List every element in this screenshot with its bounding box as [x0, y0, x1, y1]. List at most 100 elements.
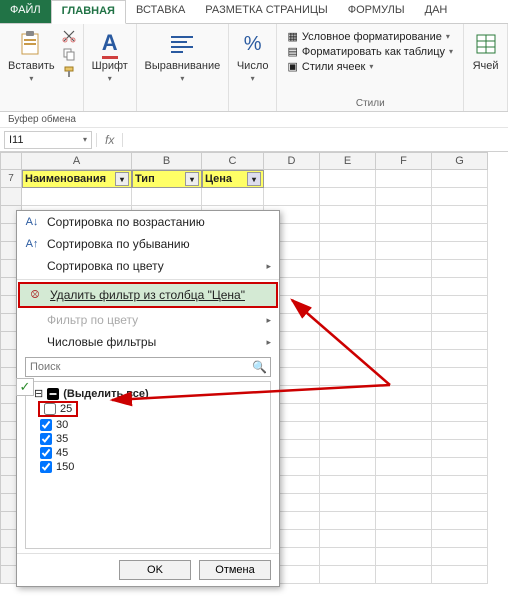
cell[interactable] [376, 476, 432, 494]
copy-button[interactable] [61, 46, 77, 62]
format-as-table-button[interactable]: ▤Форматировать как таблицу ▾ [287, 45, 453, 58]
name-box[interactable]: I11▾ [4, 131, 92, 149]
cell[interactable] [432, 386, 488, 404]
cell[interactable] [432, 296, 488, 314]
sort-asc-item[interactable]: A↓ Сортировка по возрастанию [17, 211, 279, 233]
cell[interactable] [320, 314, 376, 332]
tab-file[interactable]: ФАЙЛ [0, 0, 51, 23]
col-header-F[interactable]: F [376, 152, 432, 170]
filter-button-name[interactable]: ▾ [115, 172, 129, 186]
cell[interactable] [376, 404, 432, 422]
col-header-G[interactable]: G [432, 152, 488, 170]
cell-styles-button[interactable]: ▣Стили ячеек ▾ [287, 60, 453, 73]
filter-search-input[interactable] [25, 357, 271, 377]
cell[interactable] [376, 260, 432, 278]
cell[interactable] [320, 440, 376, 458]
cell[interactable] [320, 188, 376, 206]
tab-pagelayout[interactable]: РАЗМЕТКА СТРАНИЦЫ [195, 0, 337, 23]
cell[interactable] [376, 332, 432, 350]
align-button[interactable]: Выравнивание ▾ [142, 28, 222, 85]
cell[interactable] [320, 512, 376, 530]
cell[interactable] [376, 170, 432, 188]
cell[interactable] [432, 404, 488, 422]
fx-icon[interactable]: fx [96, 133, 123, 147]
cell[interactable] [264, 188, 320, 206]
cell[interactable] [320, 350, 376, 368]
tab-data[interactable]: ДАН [415, 0, 458, 23]
cell[interactable] [376, 512, 432, 530]
cell[interactable] [376, 206, 432, 224]
col-header-D[interactable]: D [264, 152, 320, 170]
cell[interactable] [376, 314, 432, 332]
cell[interactable] [432, 476, 488, 494]
cut-button[interactable] [61, 28, 77, 44]
filter-value-item[interactable]: 25 [38, 401, 78, 417]
format-painter-button[interactable] [61, 64, 77, 80]
cell[interactable] [202, 188, 264, 206]
cell[interactable] [320, 548, 376, 566]
cell[interactable] [432, 332, 488, 350]
cell[interactable] [376, 422, 432, 440]
header-cell-name[interactable]: Наименования ▾ [22, 170, 132, 188]
cell[interactable] [432, 494, 488, 512]
cell[interactable] [320, 368, 376, 386]
cell[interactable] [432, 530, 488, 548]
cell[interactable] [320, 422, 376, 440]
clear-filter-item[interactable]: ⮾ Удалить фильтр из столбца "Цена" [18, 282, 278, 308]
cell[interactable] [376, 350, 432, 368]
cell[interactable] [376, 566, 432, 584]
filter-value-item[interactable]: 35 [30, 432, 266, 446]
number-button[interactable]: % Число ▾ [235, 28, 271, 85]
cell[interactable] [432, 224, 488, 242]
row-header-7[interactable]: 7 [0, 170, 22, 188]
cell[interactable] [432, 440, 488, 458]
cell[interactable] [432, 548, 488, 566]
cell[interactable] [376, 440, 432, 458]
sort-desc-item[interactable]: A↑ Сортировка по убыванию [17, 233, 279, 255]
cell[interactable] [320, 458, 376, 476]
filter-value-checkbox[interactable] [40, 461, 52, 473]
cell[interactable] [320, 404, 376, 422]
cell[interactable] [320, 476, 376, 494]
filter-value-item[interactable]: 30 [30, 418, 266, 432]
cell[interactable] [320, 566, 376, 584]
cell[interactable] [432, 458, 488, 476]
cell[interactable] [376, 242, 432, 260]
cell[interactable] [376, 224, 432, 242]
cell[interactable] [432, 206, 488, 224]
col-header-B[interactable]: B [132, 152, 202, 170]
cell[interactable] [320, 224, 376, 242]
cell[interactable] [432, 512, 488, 530]
cell[interactable] [432, 170, 488, 188]
cells-button[interactable]: Ячей [470, 28, 502, 74]
filter-value-checkbox[interactable] [40, 447, 52, 459]
formula-input[interactable] [123, 132, 508, 148]
header-cell-type[interactable]: Тип ▾ [132, 170, 202, 188]
col-header-C[interactable]: C [202, 152, 264, 170]
cancel-button[interactable]: Отмена [199, 560, 271, 580]
cell[interactable] [320, 296, 376, 314]
cell[interactable] [376, 530, 432, 548]
cell[interactable] [320, 278, 376, 296]
cell[interactable] [376, 548, 432, 566]
filter-value-checkbox[interactable] [44, 403, 56, 415]
cell[interactable] [376, 458, 432, 476]
number-filters-item[interactable]: Числовые фильтры ▸ [17, 331, 279, 353]
select-all-checkbox[interactable] [47, 388, 59, 400]
tab-insert[interactable]: ВСТАВКА [126, 0, 195, 23]
header-cell-price[interactable]: Цена ▾ [202, 170, 264, 188]
cell[interactable] [320, 206, 376, 224]
cell[interactable] [320, 170, 376, 188]
cell[interactable] [432, 368, 488, 386]
col-header-E[interactable]: E [320, 152, 376, 170]
filter-value-checkbox[interactable] [40, 419, 52, 431]
cell[interactable] [132, 188, 202, 206]
cell[interactable] [376, 368, 432, 386]
cell[interactable] [432, 260, 488, 278]
cell[interactable] [432, 314, 488, 332]
select-all-item[interactable]: ⊟ (Выделить все) [30, 386, 266, 401]
filter-button-type[interactable]: ▾ [185, 172, 199, 186]
col-header-A[interactable]: A [22, 152, 132, 170]
cell[interactable] [432, 422, 488, 440]
cell[interactable] [432, 350, 488, 368]
